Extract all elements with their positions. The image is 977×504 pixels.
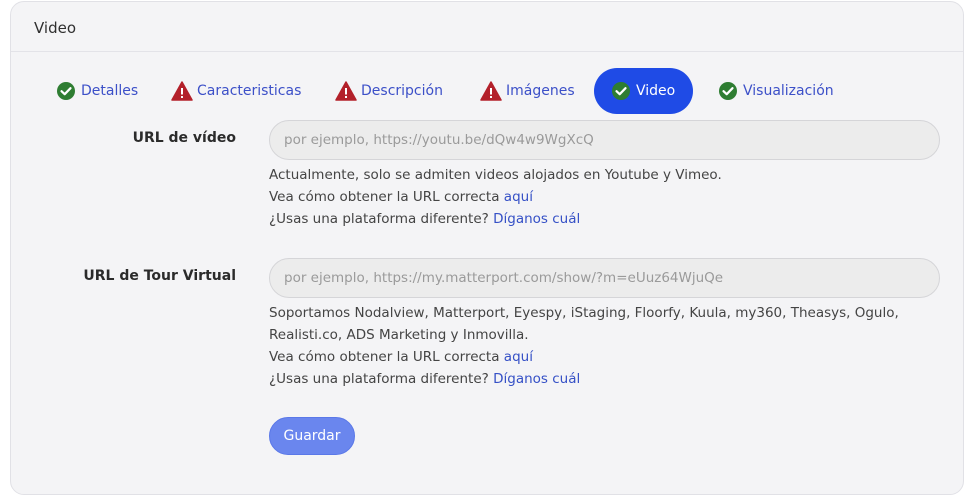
tab-label: Imágenes	[506, 83, 575, 99]
video-help-line: Vea cómo obtener la URL correcta aquí	[269, 189, 533, 205]
tab-detalles[interactable]: Detalles	[55, 68, 138, 114]
tab-label: Caracteristicas	[197, 83, 302, 99]
tab-label: Visualización	[743, 83, 834, 99]
check-circle-icon	[610, 80, 632, 102]
video-other-platform-link[interactable]: Díganos cuál	[493, 211, 580, 227]
check-circle-icon	[55, 80, 77, 102]
save-button[interactable]: Guardar	[269, 417, 355, 455]
warning-icon	[480, 80, 502, 102]
video-help-line: Actualmente, solo se admiten videos aloj…	[269, 167, 722, 183]
tour-url-label: URL de Tour Virtual	[83, 268, 236, 284]
tour-other-platform-link[interactable]: Díganos cuál	[493, 371, 580, 387]
tour-url-input[interactable]	[269, 258, 940, 298]
card-title: Video	[11, 2, 963, 52]
video-url-label: URL de vídeo	[132, 130, 236, 146]
video-howto-link[interactable]: aquí	[504, 189, 533, 205]
video-settings-card: Video Detalles Caracteristicas Descripci…	[10, 1, 964, 495]
warning-icon	[335, 80, 357, 102]
tour-help-line: Vea cómo obtener la URL correcta aquí	[269, 349, 533, 365]
tab-video[interactable]: Video	[594, 68, 694, 114]
tab-caracteristicas[interactable]: Caracteristicas	[171, 68, 301, 114]
tab-imagenes[interactable]: Imágenes	[480, 68, 575, 114]
tour-help-line: Realisti.co, ADS Marketing y Inmovilla.	[269, 327, 529, 343]
tab-descripcion[interactable]: Descripción	[335, 68, 443, 114]
tour-howto-link[interactable]: aquí	[504, 349, 533, 365]
tab-label: Detalles	[81, 83, 139, 99]
video-url-help: Actualmente, solo se admiten videos aloj…	[269, 164, 949, 230]
tab-visualizacion[interactable]: Visualización	[717, 68, 834, 114]
tab-label: Video	[636, 83, 676, 99]
warning-icon	[171, 80, 193, 102]
check-circle-icon	[717, 80, 739, 102]
video-url-input[interactable]	[269, 120, 940, 160]
tour-url-help: Soportamos Nodalview, Matterport, Eyespy…	[269, 302, 959, 390]
tour-help-line: Soportamos Nodalview, Matterport, Eyespy…	[269, 305, 899, 321]
tour-help-line: ¿Usas una plataforma diferente? Díganos …	[269, 371, 581, 387]
tab-label: Descripción	[361, 83, 443, 99]
video-help-line: ¿Usas una plataforma diferente? Díganos …	[269, 211, 581, 227]
